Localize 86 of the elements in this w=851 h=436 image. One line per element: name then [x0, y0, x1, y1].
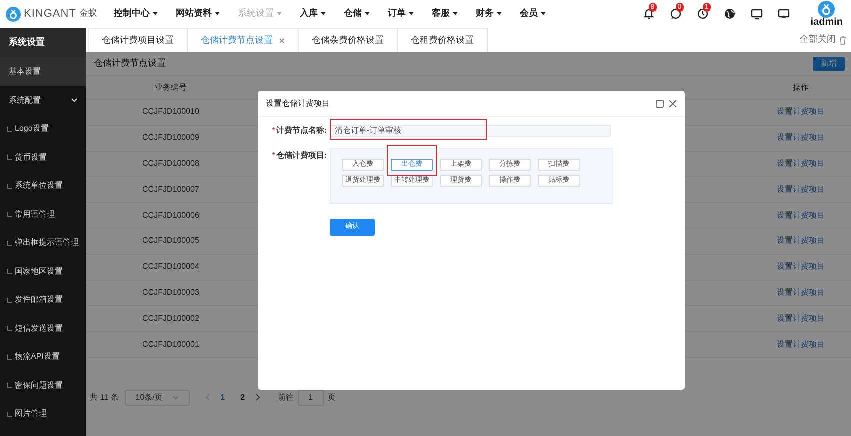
name-field[interactable]: 清仓订单-订单审核 — [330, 125, 611, 137]
goto-suffix: 页 — [328, 392, 336, 404]
sidebar-item[interactable]: 系统配置 — [0, 86, 86, 115]
trash-icon[interactable] — [839, 36, 847, 44]
table-cell-text: CCJFJD100008 — [142, 158, 200, 170]
table-cell-text: CCJFJD100004 — [142, 261, 200, 274]
sidebar-item[interactable]: 物流API设置 — [15, 352, 60, 362]
logo-subtitle: 金蚁 — [79, 7, 98, 20]
nav-menu[interactable]: 控制中心 — [114, 7, 158, 21]
next-page-icon[interactable] — [256, 394, 260, 402]
nav-menu[interactable]: 入库 — [300, 7, 326, 21]
caret-icon — [453, 12, 458, 16]
nav-menu[interactable]: 会员 — [520, 7, 546, 21]
sidebar-item[interactable]: 弹出框提示语管理 — [15, 238, 79, 248]
table-cell-text: CCJFJD100001 — [142, 338, 200, 351]
highlight-frame — [387, 145, 437, 176]
branch-icon — [7, 269, 12, 274]
chevron-icon — [71, 98, 78, 103]
caret-icon — [365, 12, 370, 16]
nav-menu[interactable]: 客服 — [432, 7, 458, 21]
caret-icon — [409, 12, 414, 16]
nav-menu[interactable]: 仓储 — [344, 7, 370, 21]
branch-icon — [7, 326, 12, 332]
table-cell-text: CCJFJD100007 — [142, 184, 200, 196]
caret-icon — [153, 12, 158, 16]
monitor-icon[interactable] — [750, 8, 763, 20]
logo-icon — [6, 6, 21, 22]
branch-icon — [7, 212, 12, 218]
dialog-title: 设置仓储计费项目 — [266, 98, 330, 110]
branch-icon — [7, 126, 12, 132]
sidebar-item[interactable]: 基本设置 — [0, 57, 86, 86]
maximize-icon[interactable] — [656, 100, 664, 108]
column-header: 操作 — [792, 82, 810, 94]
branch-icon — [7, 184, 12, 189]
table-cell-text: CCJFJD100002 — [142, 312, 200, 325]
sidebar-item[interactable]: 常用语管理 — [15, 210, 55, 220]
sidebar-item[interactable]: 货币设置 — [15, 152, 47, 163]
bell-icon[interactable] — [642, 8, 655, 20]
sidebar-item[interactable]: 图片管理 — [15, 409, 47, 420]
sidebar-title: 系统设置 — [0, 28, 86, 57]
sidebar-item[interactable]: 系统单位设置 — [15, 181, 63, 192]
total-count: 共 11 条 — [90, 392, 119, 404]
column-header: 业务编号 — [154, 82, 188, 94]
page-title: 仓储计费节点设置 — [94, 56, 166, 70]
caret-icon — [172, 396, 179, 400]
sidebar-item[interactable]: 国家地区设置 — [15, 266, 63, 277]
nav-menu[interactable]: 财务 — [476, 7, 502, 21]
page-number[interactable]: 2 — [236, 392, 250, 404]
nav-menu[interactable]: 订单 — [388, 7, 414, 21]
globe-icon[interactable] — [724, 8, 736, 20]
goto-label: 前往 — [278, 392, 294, 404]
nav-menu[interactable]: 网站资料 — [176, 7, 220, 21]
user-name[interactable]: iadmin — [810, 18, 843, 28]
caret-icon — [497, 12, 502, 16]
table-cell-text: CCJFJD100003 — [142, 286, 200, 299]
sidebar-item[interactable]: 密保问题设置 — [15, 380, 63, 391]
required-mark: * — [272, 150, 276, 162]
table-cell-text: CCJFJD100005 — [142, 235, 200, 248]
logo-text: KINGANT — [24, 6, 76, 22]
branch-icon — [7, 240, 12, 246]
caret-icon — [215, 12, 220, 16]
branch-icon — [7, 155, 12, 160]
caret-icon — [277, 12, 282, 16]
close-all-button[interactable]: 全部关闭 — [800, 33, 836, 47]
caret-icon — [541, 12, 546, 16]
field-label: 计费节点名称: — [276, 125, 327, 137]
branch-icon — [7, 298, 12, 303]
branch-icon — [7, 412, 12, 417]
sidebar-item[interactable]: Logo设置 — [15, 124, 49, 134]
branch-icon — [7, 383, 12, 388]
table-cell-text: CCJFJD100009 — [142, 132, 200, 144]
sidebar-item[interactable]: 发件邮箱设置 — [15, 295, 63, 306]
chat-icon[interactable] — [670, 8, 682, 20]
close-icon[interactable] — [669, 100, 677, 108]
table-cell-text: CCJFJD100010 — [142, 106, 200, 118]
avatar-icon[interactable] — [818, 0, 836, 18]
caret-icon — [321, 12, 326, 16]
required-mark: * — [272, 125, 276, 137]
clock-icon[interactable] — [696, 8, 709, 20]
close-icon[interactable] — [279, 38, 285, 44]
branch-icon — [7, 354, 12, 360]
table-cell-text: CCJFJD100006 — [142, 210, 200, 222]
page-size-select[interactable]: 10条/页 — [124, 390, 190, 406]
sidebar-item[interactable]: 短信发送设置 — [15, 324, 63, 334]
field-label: 仓储计费项目: — [276, 150, 327, 162]
monitor-icon[interactable] — [778, 8, 790, 20]
